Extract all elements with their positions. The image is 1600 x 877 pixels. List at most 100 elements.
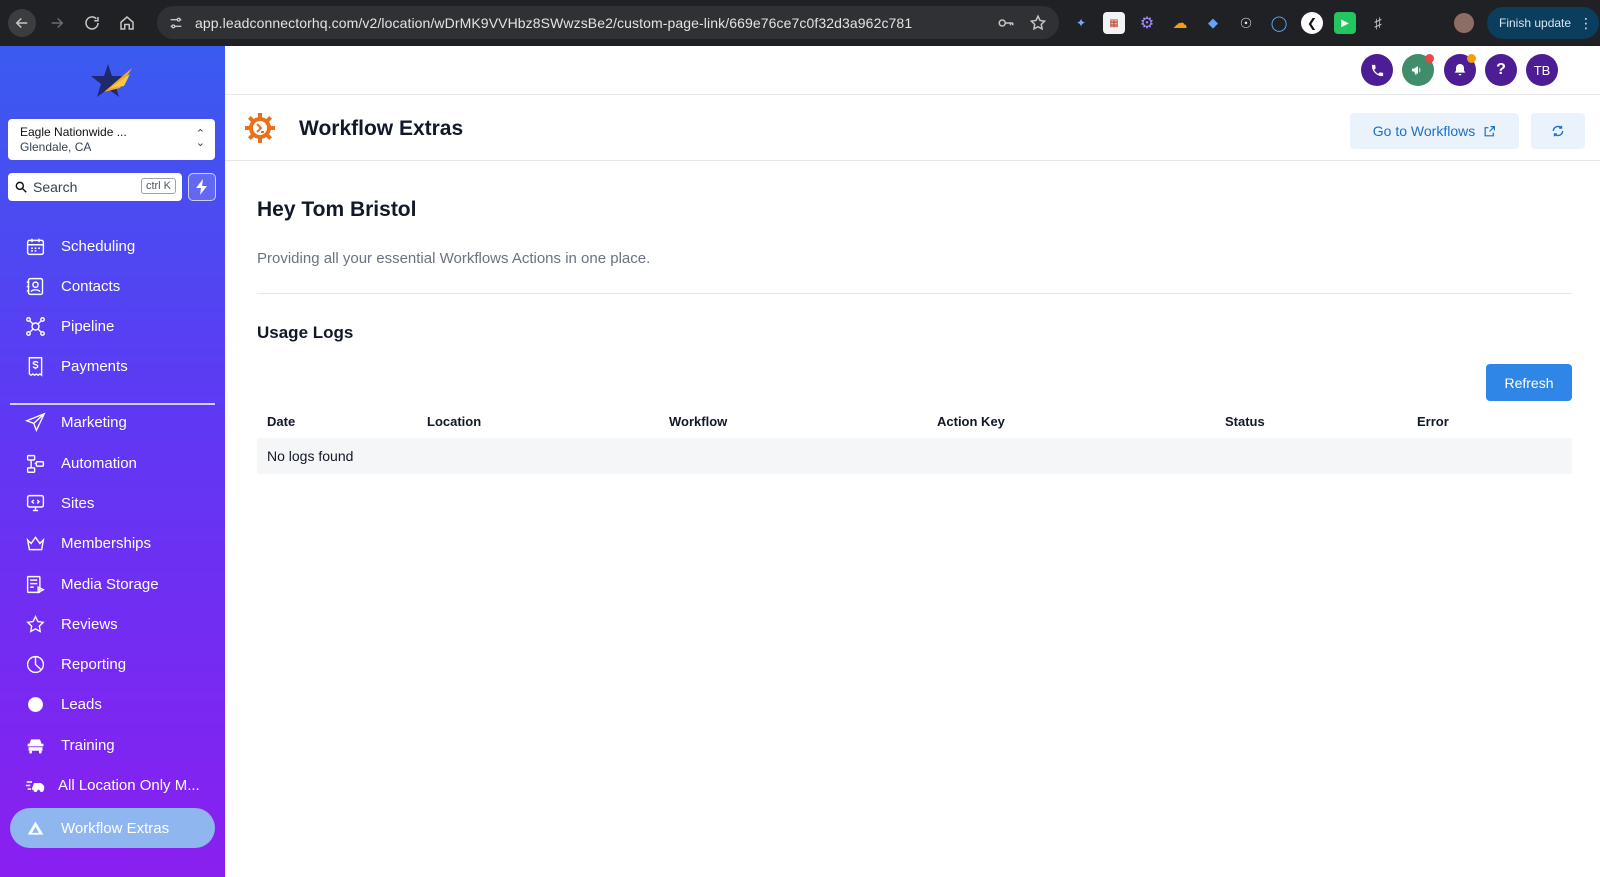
sidebar-item-label: Contacts: [61, 277, 121, 295]
extension-circle-icon[interactable]: ◯: [1268, 12, 1290, 34]
bell-icon: [1454, 64, 1466, 76]
sidebar-item-label: Memberships: [61, 534, 152, 552]
lightning-bolt-icon: [196, 179, 207, 195]
megaphone-icon: [1412, 66, 1421, 75]
page-subtitle: Providing all your essential Workflows A…: [257, 250, 651, 267]
bookmark-star-icon[interactable]: [1029, 14, 1047, 32]
sidebar-item-all-location[interactable]: All Location Only M...: [0, 765, 225, 805]
usage-logs-heading: Usage Logs: [257, 323, 354, 342]
sidebar-item-reviews[interactable]: Reviews: [0, 604, 225, 644]
notifications-button[interactable]: [1444, 54, 1476, 86]
extensions-bar: ✦ ▦ ⚙ ☁ ◆ ☉ ◯ ❮ ▶ ♯: [1070, 0, 1389, 46]
sidebar-item-sites[interactable]: Sites: [0, 483, 225, 523]
more-vertical-icon: ⋮: [1579, 14, 1594, 31]
location-switcher[interactable]: Eagle Nationwide ... Glendale, CA ⌃ ⌄: [8, 119, 215, 160]
announcements-button[interactable]: [1402, 54, 1434, 86]
column-header-action-key[interactable]: Action Key: [927, 404, 1215, 438]
location-city: Glendale, CA: [20, 140, 92, 154]
extensions-puzzle-icon[interactable]: ♯: [1367, 12, 1389, 34]
sidebar-item-label: Training: [61, 736, 115, 754]
contact-card-icon: [24, 275, 46, 297]
address-bar[interactable]: app.leadconnectorhq.com/v2/location/wDrM…: [157, 6, 1059, 39]
sidebar-item-label: Reviews: [61, 615, 118, 633]
content-divider: [257, 293, 1572, 294]
greeting-heading: Hey Tom Bristol: [257, 198, 417, 221]
sidebar-item-label: Pipeline: [61, 317, 115, 335]
star-outline-icon: [24, 613, 46, 635]
sidebar-item-label: Workflow Extras: [61, 819, 170, 837]
quick-actions-button[interactable]: [188, 173, 216, 201]
extension-gear-icon[interactable]: ⚙: [1136, 12, 1158, 34]
extension-table-icon[interactable]: ▦: [1103, 12, 1125, 34]
column-header-date[interactable]: Date: [257, 404, 417, 438]
circle-icon: [24, 693, 46, 715]
browser-profile-avatar[interactable]: [1454, 13, 1474, 33]
extension-play-icon[interactable]: ▶: [1334, 12, 1356, 34]
column-header-location[interactable]: Location: [417, 404, 659, 438]
sidebar-item-label: Scheduling: [61, 237, 136, 255]
question-mark-icon: ?: [1496, 61, 1506, 78]
extension-chevron-icon[interactable]: ❮: [1301, 12, 1323, 34]
empty-logs-message: No logs found: [257, 438, 1572, 474]
phone-button[interactable]: [1361, 54, 1393, 86]
extension-rainbow-icon[interactable]: ✦: [1070, 12, 1092, 34]
sidebar-item-workflow-extras[interactable]: Workflow Extras: [10, 808, 215, 848]
url-text: app.leadconnectorhq.com/v2/location/wDrM…: [195, 14, 913, 31]
sidebar-item-leads[interactable]: Leads: [0, 684, 225, 724]
refresh-icon: [1552, 125, 1564, 137]
search-label: Search: [33, 179, 78, 195]
sidebar-item-marketing[interactable]: Marketing: [0, 402, 225, 442]
app-logo-star-icon: [91, 64, 132, 97]
extension-cloud-icon[interactable]: ☁: [1169, 12, 1191, 34]
home-icon: [120, 16, 134, 30]
sidebar-item-label: Payments: [61, 357, 128, 375]
sidebar-item-scheduling[interactable]: Scheduling: [0, 226, 225, 266]
sidebar-search[interactable]: Search ctrl K: [8, 173, 182, 201]
sidebar-item-memberships[interactable]: Memberships: [0, 523, 225, 563]
go-to-workflows-button[interactable]: Go to Workflows: [1350, 113, 1519, 149]
extension-figure-icon[interactable]: ☉: [1235, 12, 1257, 34]
finish-update-label: Finish update: [1499, 16, 1572, 30]
sidebar-item-label: Media Storage: [61, 575, 159, 593]
browser-toolbar: app.leadconnectorhq.com/v2/location/wDrM…: [0, 0, 1600, 46]
sidebar-item-label: Marketing: [61, 413, 127, 431]
help-button[interactable]: ?: [1485, 54, 1517, 86]
pie-chart-icon: [24, 653, 46, 675]
sidebar-item-reporting[interactable]: Reporting: [0, 644, 225, 684]
sidebar-item-training[interactable]: Training: [0, 725, 225, 765]
avatar-initials: TB: [1533, 62, 1551, 78]
sidebar-item-media-storage[interactable]: Media Storage: [0, 564, 225, 604]
sidebar-item-payments[interactable]: Payments: [0, 346, 225, 386]
sidebar-item-automation[interactable]: Automation: [0, 443, 225, 483]
sidebar-item-pipeline[interactable]: Pipeline: [0, 306, 225, 346]
forward-button[interactable]: [43, 9, 71, 37]
external-link-icon: [1484, 125, 1496, 136]
extension-pin-icon[interactable]: ◆: [1202, 12, 1224, 34]
column-header-status[interactable]: Status: [1215, 404, 1407, 438]
sync-button[interactable]: [1531, 113, 1585, 149]
search-icon: [15, 181, 27, 193]
home-button[interactable]: [113, 9, 141, 37]
reload-button[interactable]: [78, 9, 106, 37]
user-avatar[interactable]: TB: [1526, 54, 1558, 86]
site-settings-icon[interactable]: [161, 15, 191, 31]
paper-plane-icon: [24, 411, 46, 433]
column-header-workflow[interactable]: Workflow: [659, 404, 927, 438]
table-header-row: Date Location Workflow Action Key Status…: [257, 404, 1572, 438]
workflow-extras-gear-icon: [245, 113, 275, 143]
table-row: No logs found: [257, 438, 1572, 474]
notification-dot: [1425, 54, 1434, 63]
sidebar-item-label: All Location Only M...: [58, 776, 200, 794]
calendar-icon: [24, 235, 46, 257]
finish-update-button[interactable]: Finish update ⋮: [1487, 7, 1599, 39]
back-button[interactable]: [8, 9, 36, 37]
triangle-logo-icon: [24, 817, 46, 839]
crown-icon: [24, 532, 46, 554]
column-header-error[interactable]: Error: [1407, 404, 1572, 438]
sidebar-item-contacts[interactable]: Contacts: [0, 266, 225, 306]
refresh-button[interactable]: Refresh: [1486, 364, 1572, 401]
pipeline-icon: [24, 315, 46, 337]
password-key-icon[interactable]: [997, 14, 1015, 32]
sidebar-item-label: Reporting: [61, 655, 127, 673]
search-shortcut: ctrl K: [140, 178, 176, 194]
